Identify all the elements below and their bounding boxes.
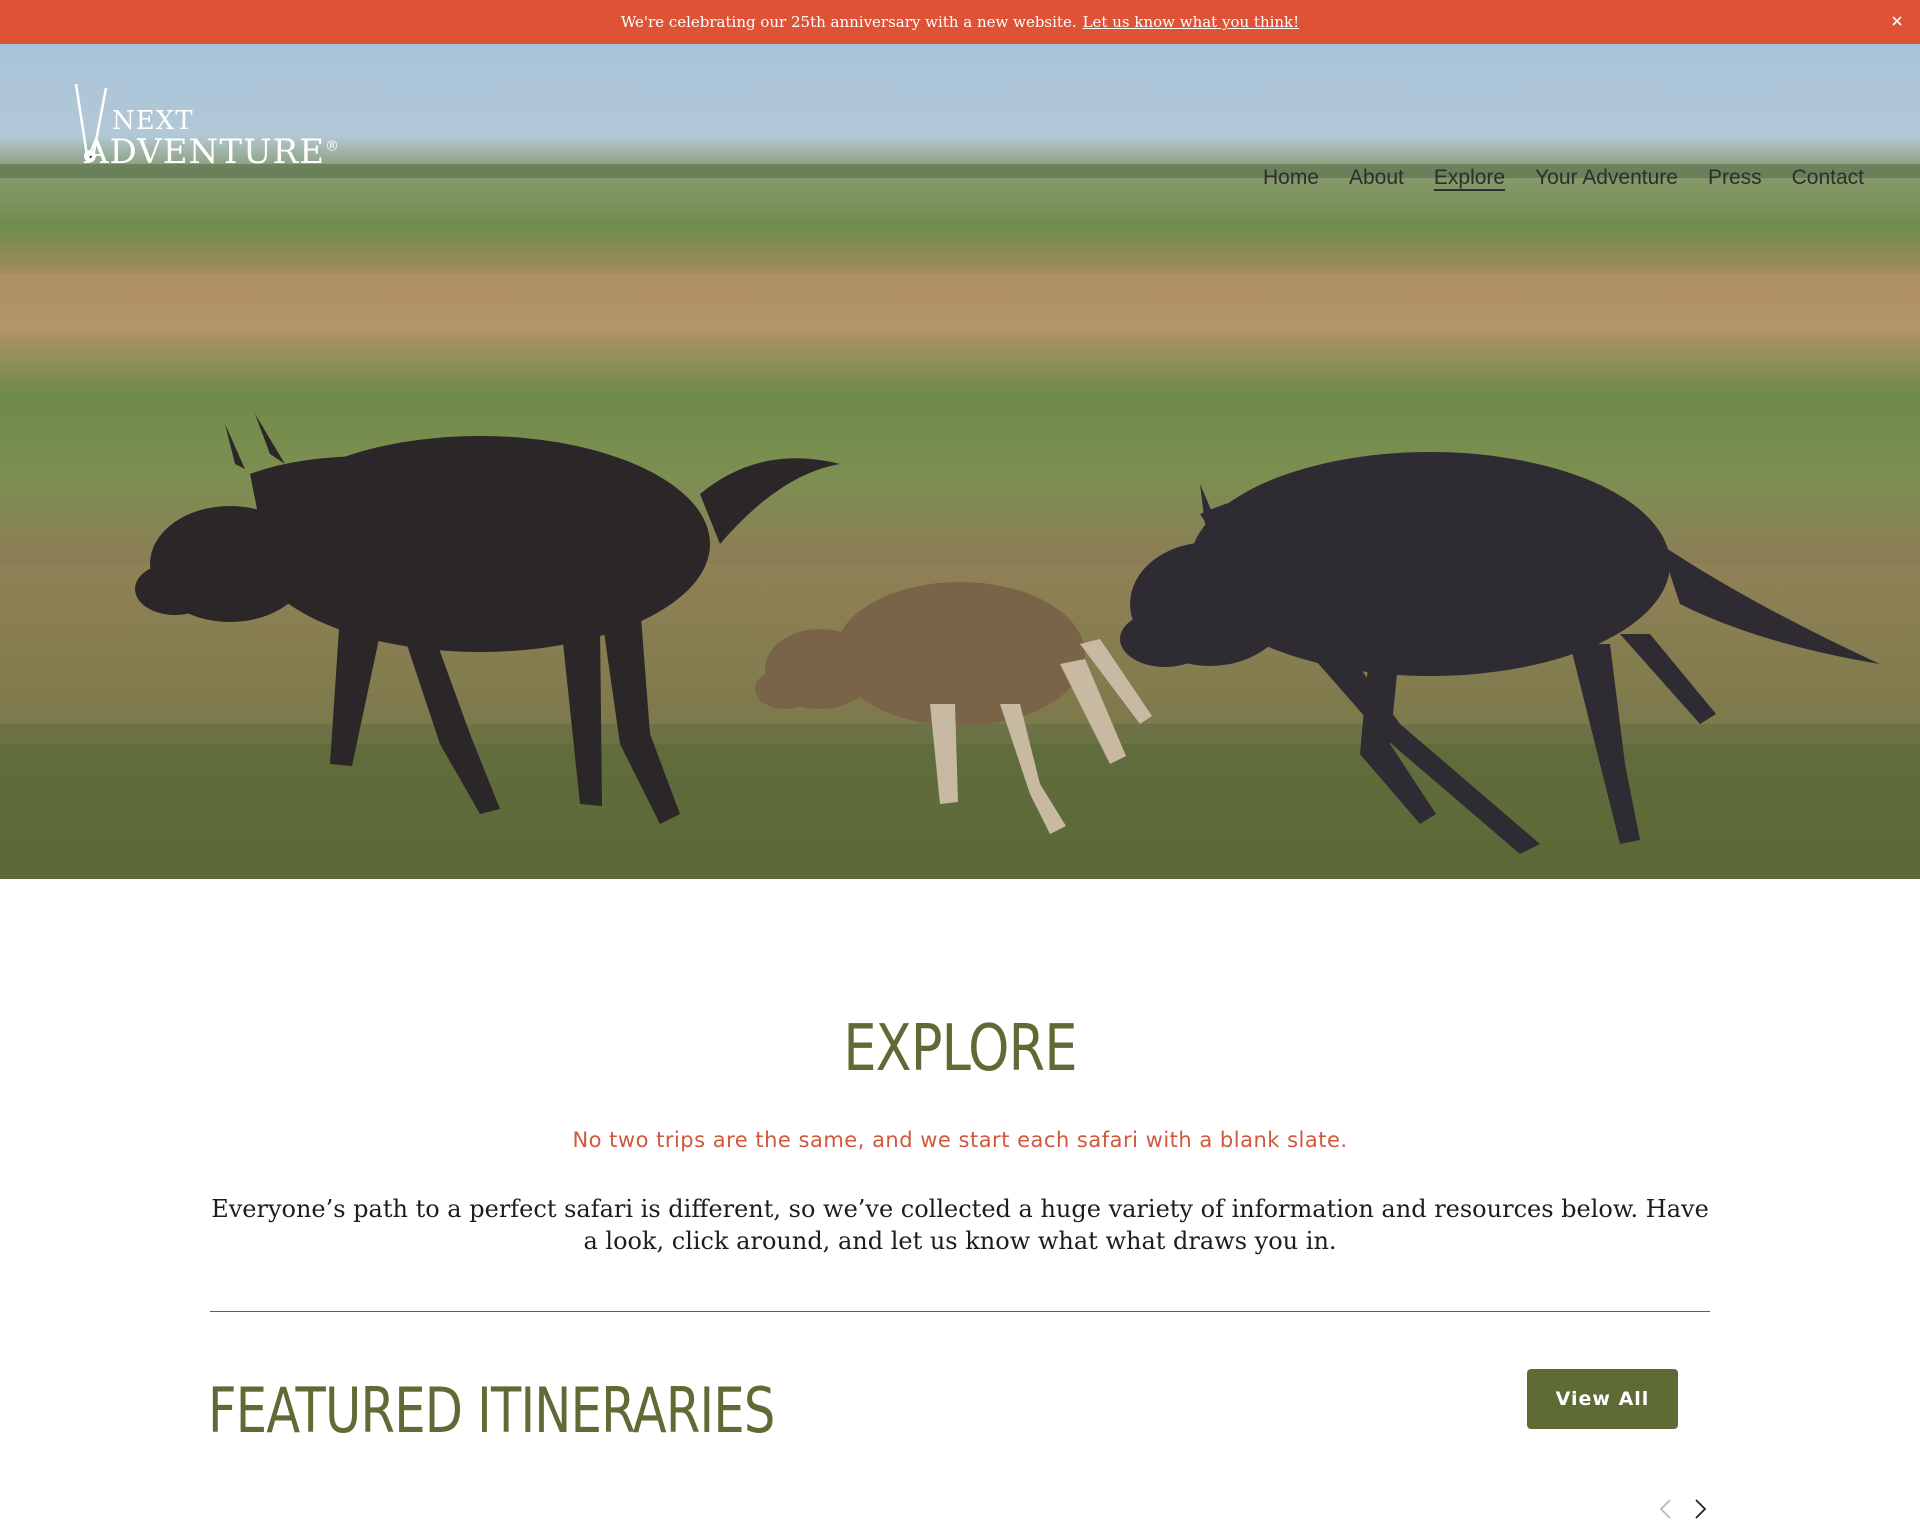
view-all-button[interactable]: View All [1527, 1369, 1678, 1429]
main-nav: Home About Explore Your Adventure Press … [1263, 166, 1864, 190]
page-title: EXPLORE [843, 1012, 1077, 1086]
nav-item-explore[interactable]: Explore [1434, 166, 1505, 190]
nav-item-about[interactable]: About [1349, 166, 1404, 190]
section-divider [210, 1311, 1710, 1312]
announcement-message: We're celebrating our 25th anniversary w… [620, 13, 1077, 31]
logo-line-adventure: ADVENTURE® [84, 132, 340, 172]
announcement-feedback-link[interactable]: Let us know what you think! [1083, 13, 1300, 31]
logo-line-adventure-text: ADVENTURE [84, 132, 326, 172]
nav-item-contact[interactable]: Contact [1792, 166, 1864, 190]
hero-section: NEXT ADVENTURE® Home About Explore Your … [0, 44, 1920, 879]
close-icon[interactable] [1888, 12, 1906, 30]
intro-paragraph: Everyone’s path to a perfect safari is d… [211, 1195, 1709, 1255]
nav-item-your-adventure[interactable]: Your Adventure [1535, 166, 1678, 190]
nav-item-press[interactable]: Press [1708, 166, 1762, 190]
site-logo[interactable]: NEXT ADVENTURE® [62, 84, 342, 184]
chevron-right-icon[interactable] [1691, 1497, 1709, 1521]
announcement-bar: We're celebrating our 25th anniversary w… [0, 0, 1920, 44]
lead-text: No two trips are the same, and we start … [572, 1128, 1348, 1152]
featured-itineraries-heading: FEATURED ITINERARIES [208, 1374, 775, 1447]
registered-mark: ® [325, 138, 341, 155]
nav-item-home[interactable]: Home [1263, 166, 1319, 190]
chevron-left-icon[interactable] [1657, 1497, 1675, 1521]
